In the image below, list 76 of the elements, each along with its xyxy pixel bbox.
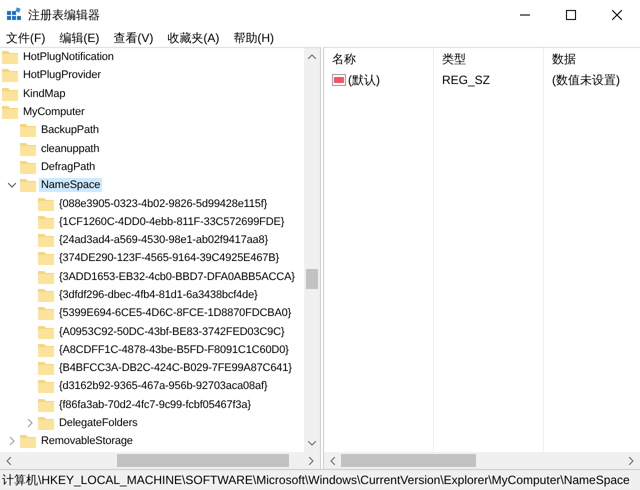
value-type: REG_SZ [441, 73, 492, 87]
tree-item[interactable]: {3ADD1653-EB32-4cb0-BBD7-DFA0ABB5ACCA} [57, 270, 297, 284]
folder-icon [38, 324, 54, 339]
folder-icon [38, 214, 54, 229]
expand-chevron-icon[interactable] [26, 419, 34, 428]
folder-icon [38, 196, 54, 211]
value-data: (数值未设置) [551, 72, 621, 88]
scroll-right-icon[interactable] [309, 456, 314, 464]
tree-item[interactable]: {d3162b92-9365-467a-956b-92703aca08af} [57, 379, 270, 394]
tree-item[interactable]: NameSpace [39, 178, 102, 192]
menu-item[interactable]: 编辑(E) [59, 30, 100, 47]
tree-item[interactable]: {A8CDFF1C-4878-43be-B5FD-F8091C1C60D0} [57, 342, 291, 357]
value-name: (默认) [348, 72, 380, 88]
folder-icon [38, 306, 54, 320]
registry-icon [6, 7, 22, 23]
tree-item[interactable]: {374DE290-123F-4565-9164-39C4925E467B} [57, 251, 281, 266]
folder-icon [38, 361, 54, 376]
folder-icon [2, 105, 18, 120]
tree-item[interactable]: DelegateFolders [57, 416, 140, 430]
column-header[interactable]: 数据 [544, 50, 640, 68]
collapse-chevron-icon[interactable] [8, 181, 16, 190]
tree-item[interactable]: HotPlugNotification [21, 50, 116, 64]
tree-item[interactable]: {1CF1260C-4DD0-4ebb-811F-33C572699FDE} [57, 214, 286, 229]
folder-icon [38, 398, 54, 412]
tree-item[interactable]: KindMap [21, 86, 68, 101]
folder-icon [2, 68, 18, 82]
tree-item[interactable]: BackupPath [39, 123, 101, 138]
window-title: 注册表编辑器 [28, 6, 100, 24]
menu-item[interactable]: 查看(V) [113, 30, 154, 47]
scrollbar-thumb[interactable] [117, 454, 289, 467]
string-value-icon [332, 74, 346, 86]
scroll-up-icon[interactable] [308, 54, 316, 59]
folder-icon [20, 142, 36, 156]
folder-icon [38, 270, 54, 284]
close-icon [612, 10, 622, 20]
horizontal-scrollbar[interactable] [0, 452, 320, 469]
folder-icon [20, 178, 36, 192]
tree-item[interactable]: HotPlugProvider [21, 68, 103, 82]
folder-icon [20, 123, 36, 138]
tree-item[interactable]: {3dfdf296-dbec-4fb4-81d1-6a3438bcf4de} [57, 288, 260, 302]
scrollbar-thumb[interactable] [306, 268, 318, 288]
folder-icon [38, 342, 54, 357]
tree-item[interactable]: DefragPath [39, 160, 98, 174]
scroll-right-icon[interactable] [629, 456, 634, 464]
folder-icon [38, 416, 54, 430]
tree-item[interactable]: {B4BFCC3A-DB2C-424C-B029-7FE99A87C641} [57, 361, 294, 376]
column-header[interactable]: 类型 [434, 50, 544, 68]
tree-item[interactable]: {A0953C92-50DC-43bf-BE83-3742FED03C9C} [57, 324, 286, 339]
folder-icon [38, 379, 54, 394]
status-bar: 计算机\HKEY_LOCAL_MACHINE\SOFTWARE\Microsoft\Windows\CurrentVersion\Explorer\MyComputer\NameSpace [0, 469, 640, 490]
tree-item[interactable]: {24ad3ad4-a569-4530-98e1-ab02f9417aa8} [57, 233, 270, 248]
tree-item[interactable]: cleanuppath [39, 142, 102, 156]
tree-item[interactable]: MyComputer [21, 105, 86, 120]
folder-icon [2, 50, 18, 64]
menu-item[interactable]: 收藏夹(A) [167, 30, 220, 47]
folder-icon [20, 434, 36, 448]
tree-item[interactable]: {088e3905-0323-4b02-9826-5d99428e115f} [57, 196, 270, 211]
tree-item[interactable]: RemovableStorage [39, 434, 135, 448]
folder-icon [2, 86, 18, 101]
scrollbar-thumb[interactable] [341, 454, 476, 467]
menu-item[interactable]: 帮助(H) [233, 30, 274, 47]
scroll-left-icon[interactable] [6, 456, 11, 464]
folder-icon [38, 251, 54, 266]
menu-item[interactable]: 文件(F) [6, 30, 46, 47]
vertical-scrollbar[interactable] [304, 48, 320, 452]
folder-icon [38, 288, 54, 302]
maximize-icon [566, 10, 576, 20]
column-header[interactable]: 名称 [324, 50, 434, 68]
folder-icon [38, 233, 54, 248]
scroll-down-icon[interactable] [308, 441, 316, 446]
horizontal-scrollbar[interactable] [324, 452, 640, 469]
expand-chevron-icon[interactable] [8, 437, 16, 446]
tree-item[interactable]: {5399E694-6CE5-4D6C-8FCE-1D8870FDCBA0} [57, 306, 294, 320]
folder-icon [20, 160, 36, 174]
scroll-left-icon[interactable] [330, 456, 335, 464]
tree-item[interactable]: {f86fa3ab-70d2-4fc7-9c99-fcbf05467f3a} [57, 398, 253, 412]
